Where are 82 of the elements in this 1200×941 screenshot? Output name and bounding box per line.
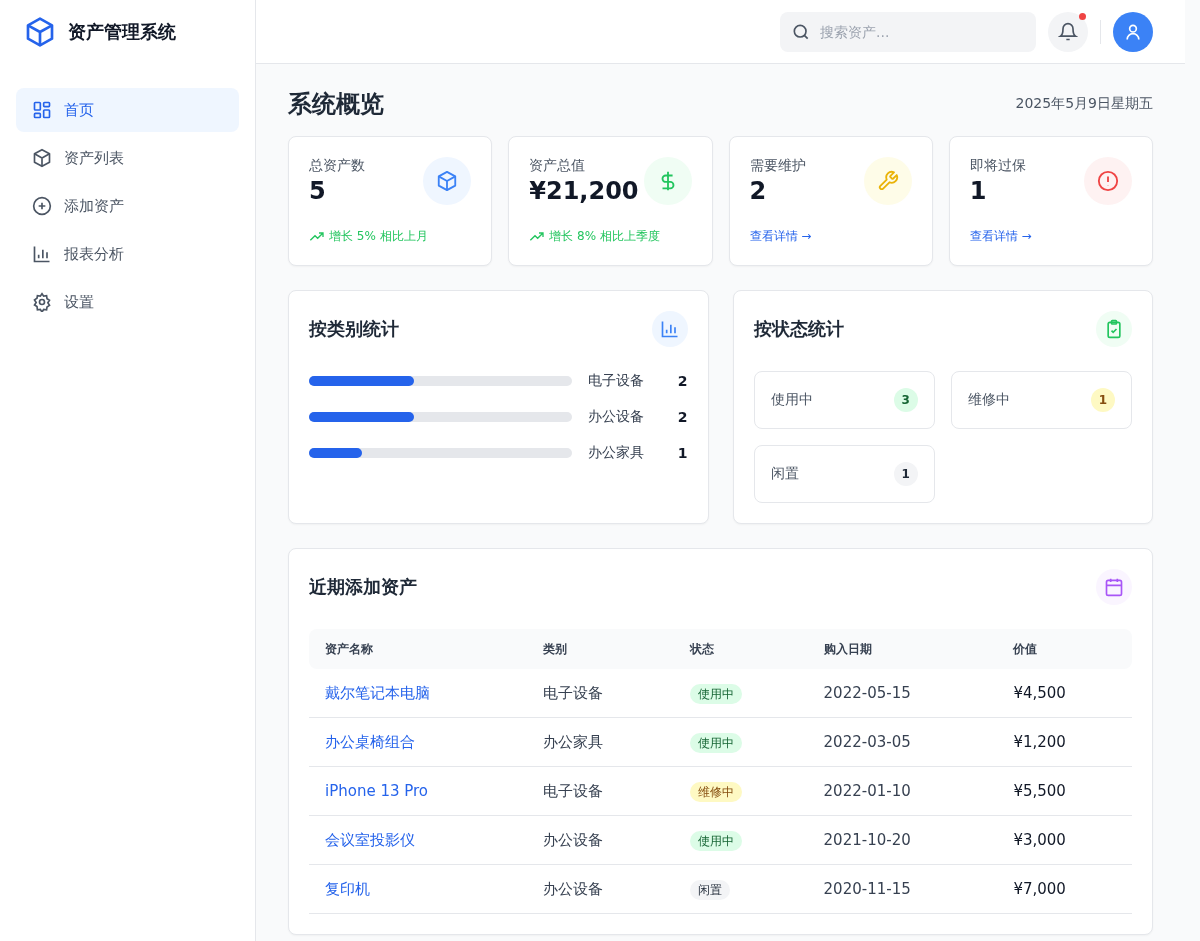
sidebar-item[interactable]: 资产列表: [16, 136, 239, 180]
sidebar-item[interactable]: 首页: [16, 88, 239, 132]
bell-icon: [1058, 21, 1078, 42]
status-badge: 维修中: [689, 781, 742, 802]
column-header: 购入日期: [807, 629, 998, 669]
category-count: 2: [676, 409, 688, 425]
stat-icon: [643, 157, 692, 205]
clipboard-check-icon: [1096, 311, 1132, 347]
user-avatar-button[interactable]: [1113, 11, 1153, 52]
card-title: 近期添加资产: [309, 575, 417, 599]
app-title: 资产管理系统: [68, 20, 176, 44]
status-count: 1: [893, 462, 918, 486]
stat-icon: [863, 157, 912, 205]
stat-icon: [423, 157, 472, 205]
category-count: 2: [676, 373, 688, 389]
page-title: 系统概览: [288, 89, 384, 120]
stat-value: 5: [309, 177, 327, 205]
column-header: 价值: [997, 629, 1132, 669]
card-title: 按状态统计: [753, 317, 844, 341]
category-count: 1: [676, 445, 688, 461]
status-name: 维修中: [967, 391, 1010, 409]
table-cell: 办公设备: [527, 815, 674, 865]
table-cell: ¥4,500: [997, 669, 1132, 718]
status-badge: 闲置: [689, 879, 730, 900]
column-header: 类别: [527, 629, 674, 669]
table-cell: 2020-11-15: [807, 864, 998, 914]
trend-text: 增长 8% 相比上季度: [549, 228, 660, 245]
asset-name-link[interactable]: iPhone 13 Pro: [325, 782, 429, 800]
table-cell: ¥5,500: [997, 766, 1132, 816]
calendar-icon: [1096, 569, 1132, 605]
cube-icon: [32, 148, 52, 168]
bar-chart-icon: [32, 244, 52, 264]
status-badge: 使用中: [689, 830, 742, 851]
table-cell: ¥7,000: [997, 864, 1132, 914]
card-title: 按类别统计: [309, 317, 399, 341]
sidebar-item[interactable]: 设置: [16, 280, 239, 324]
sidebar-item[interactable]: 添加资产: [16, 184, 239, 228]
status-badge: 使用中: [689, 732, 742, 753]
stat-label: 即将过保: [969, 157, 1026, 175]
sidebar-item[interactable]: 报表分析: [16, 232, 239, 276]
table-cell: 2022-05-15: [807, 669, 998, 718]
table-cell: 电子设备: [527, 766, 674, 816]
table-cell: 办公设备: [527, 864, 674, 914]
column-header: 状态: [673, 629, 808, 669]
table-cell: 2021-10-20: [807, 815, 998, 865]
table-cell: ¥3,000: [997, 815, 1132, 865]
stat-label: 需要维护: [749, 157, 806, 175]
asset-name-link[interactable]: 戴尔笔记本电脑: [325, 683, 430, 702]
bar-chart-icon: [651, 311, 688, 347]
status-count: 3: [893, 388, 918, 412]
status-count: 1: [1091, 388, 1115, 412]
asset-name-link[interactable]: 会议室投影仪: [325, 830, 415, 849]
status-name: 闲置: [770, 465, 799, 483]
stat-label: 总资产数: [309, 157, 365, 175]
plus-circle-icon: [32, 196, 52, 216]
status-name: 使用中: [770, 391, 813, 409]
search-field[interactable]: 搜索资产...: [780, 11, 1036, 52]
table-cell: 电子设备: [527, 669, 674, 718]
asset-name-link[interactable]: 办公桌椅组合: [325, 732, 415, 751]
status-badge: 使用中: [689, 683, 742, 704]
stat-icon: [1084, 157, 1132, 205]
stat-value: ¥21,200: [529, 177, 639, 205]
grid-icon: [32, 100, 52, 120]
cube-logo-icon: [24, 16, 56, 48]
column-header: 资产名称: [309, 629, 528, 669]
table-cell: 2022-03-05: [807, 717, 998, 767]
table-cell: 2022-01-10: [807, 766, 998, 816]
current-date: 2025年5月9日星期五: [1015, 95, 1153, 113]
table-cell: 办公家具: [527, 717, 674, 767]
table-cell: ¥1,200: [997, 717, 1132, 767]
settings-icon: [32, 292, 52, 312]
category-name: 办公设备: [587, 408, 645, 426]
stat-value: 2: [749, 177, 768, 205]
details-link[interactable]: 查看详情 →: [749, 228, 812, 245]
category-name: 电子设备: [587, 372, 645, 390]
category-name: 办公家具: [587, 444, 645, 462]
trend-text: 增长 5% 相比上月: [329, 228, 428, 245]
details-link[interactable]: 查看详情 →: [969, 228, 1032, 245]
asset-name-link[interactable]: 复印机: [325, 879, 370, 898]
notification-button[interactable]: [1048, 11, 1088, 52]
stat-label: 资产总值: [529, 157, 587, 175]
stat-value: 1: [969, 177, 988, 205]
